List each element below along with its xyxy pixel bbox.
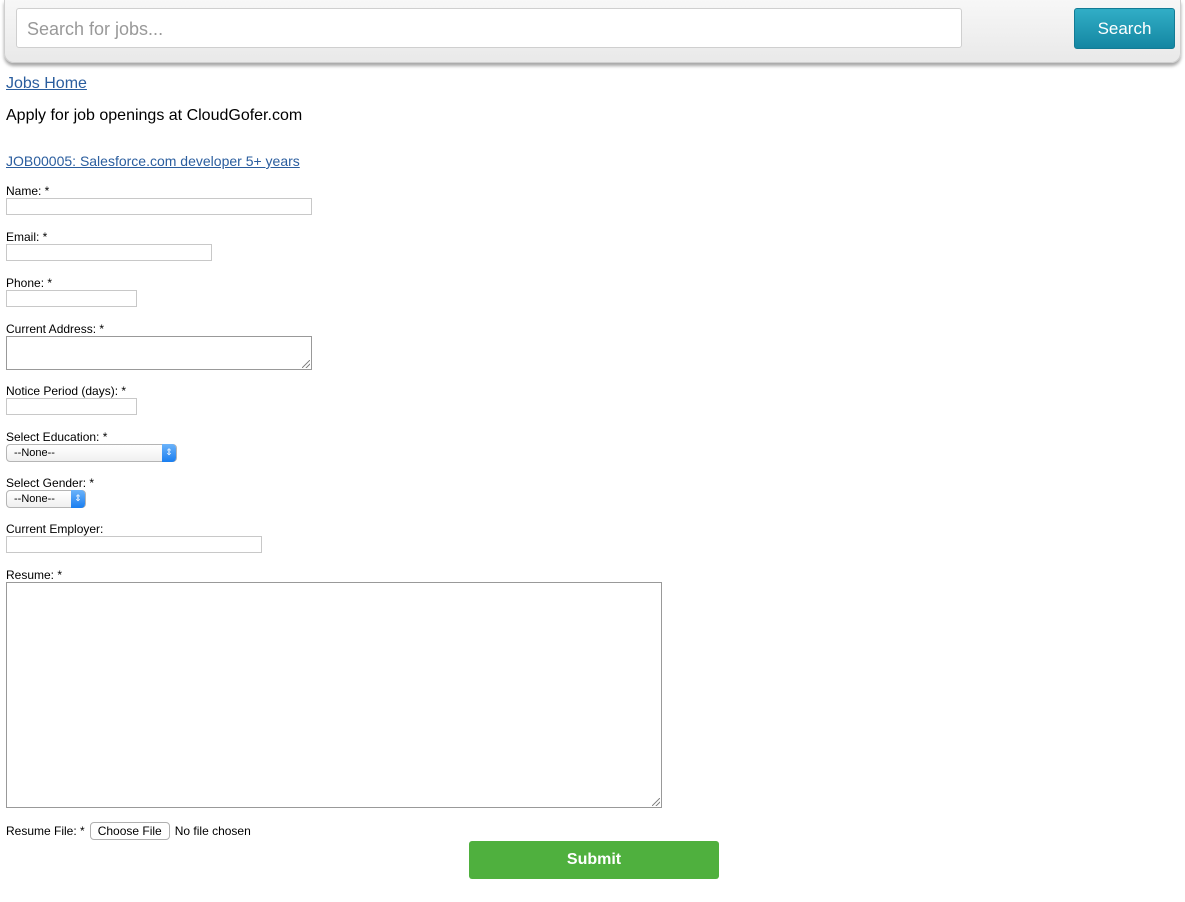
education-label: Select Education: *: [6, 430, 108, 444]
job-title-link[interactable]: JOB00005: Salesforce.com developer 5+ ye…: [6, 153, 300, 169]
file-status: No file chosen: [174, 824, 251, 838]
education-selected: --None--: [14, 447, 55, 459]
jobs-home-link[interactable]: Jobs Home: [6, 75, 87, 93]
resize-grip-icon[interactable]: [302, 360, 310, 368]
gender-select[interactable]: --None-- ⇕: [6, 490, 86, 508]
gender-label: Select Gender: *: [6, 476, 95, 490]
gender-selected: --None--: [14, 493, 55, 505]
address-label: Current Address: *: [6, 322, 105, 336]
address-textarea[interactable]: [6, 336, 312, 370]
notice-period-input[interactable]: [6, 398, 137, 415]
intro-text: Apply for job openings at CloudGofer.com: [6, 107, 303, 124]
search-input[interactable]: Search for jobs...: [16, 8, 962, 48]
select-arrows-icon: ⇕: [162, 444, 176, 462]
employer-label: Current Employer:: [6, 522, 104, 536]
resume-label: Resume: *: [6, 568, 63, 582]
notice-period-label: Notice Period (days): *: [6, 384, 127, 398]
search-bar: Search for jobs... Search: [4, 0, 1181, 63]
select-arrows-icon: ⇕: [71, 490, 85, 508]
email-input[interactable]: [6, 244, 212, 261]
resume-file-row: Resume File: * Choose File No file chose…: [6, 822, 251, 840]
resume-file-label: Resume File: *: [6, 824, 85, 838]
name-input[interactable]: [6, 198, 312, 215]
choose-file-button[interactable]: Choose File: [89, 822, 170, 840]
employer-input[interactable]: [6, 536, 262, 553]
email-label: Email: *: [6, 230, 48, 244]
education-select[interactable]: --None-- ⇕: [6, 444, 177, 462]
phone-label: Phone: *: [6, 276, 53, 290]
submit-button[interactable]: Submit: [469, 841, 719, 879]
name-label: Name: *: [6, 184, 50, 198]
search-button[interactable]: Search: [1074, 8, 1175, 49]
phone-input[interactable]: [6, 290, 137, 307]
resize-grip-icon[interactable]: [652, 798, 660, 806]
resume-textarea[interactable]: [6, 582, 662, 808]
